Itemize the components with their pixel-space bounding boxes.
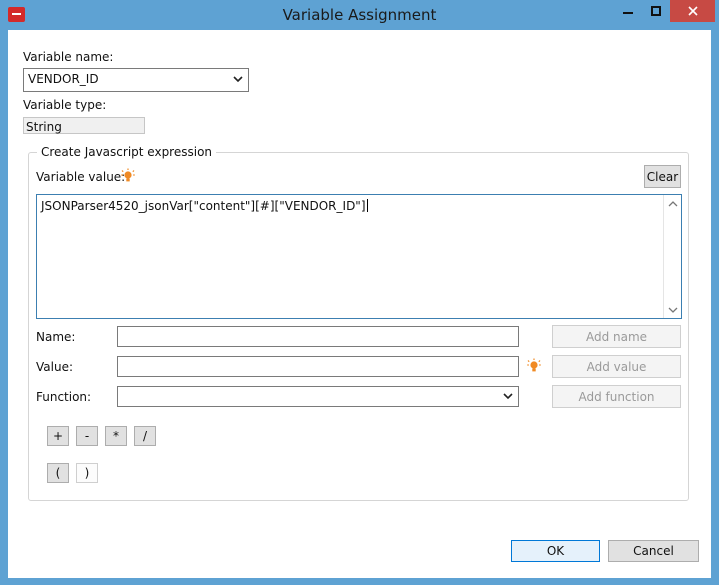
- multiply-operator-button[interactable]: *: [105, 426, 127, 446]
- close-button[interactable]: [670, 0, 715, 22]
- variable-type-value: String: [26, 120, 62, 134]
- group-title: Create Javascript expression: [37, 145, 217, 159]
- scroll-down-button[interactable]: [664, 301, 681, 318]
- add-name-button[interactable]: Add name: [552, 325, 681, 348]
- cancel-button[interactable]: Cancel: [608, 540, 699, 562]
- expression-textarea[interactable]: JSONParser4520_jsonVar["content"][#]["VE…: [36, 194, 682, 319]
- minimize-icon: [623, 12, 633, 14]
- lightbulb-icon: [527, 358, 541, 372]
- chevron-down-icon: [503, 393, 513, 400]
- chevron-down-icon: [233, 76, 243, 83]
- scroll-up-button[interactable]: [664, 195, 681, 212]
- maximize-button[interactable]: [642, 0, 670, 22]
- chevron-down-icon: [668, 307, 677, 313]
- window-title: Variable Assignment: [282, 6, 437, 24]
- chevron-up-icon: [668, 200, 677, 206]
- plus-operator-button[interactable]: +: [47, 426, 69, 446]
- title-bar[interactable]: Variable Assignment: [0, 0, 719, 30]
- add-function-button[interactable]: Add function: [552, 385, 681, 408]
- function-select[interactable]: [117, 386, 519, 407]
- expression-value: JSONParser4520_jsonVar["content"][#]["VE…: [41, 199, 366, 213]
- name-input[interactable]: [117, 326, 519, 347]
- maximize-icon: [651, 6, 661, 16]
- open-paren-button[interactable]: (: [47, 463, 69, 483]
- value-label: Value:: [36, 360, 73, 374]
- variable-name-value: VENDOR_ID: [28, 72, 99, 86]
- lightbulb-icon: [121, 168, 135, 182]
- function-label: Function:: [36, 390, 92, 404]
- minimize-button[interactable]: [614, 0, 642, 22]
- ok-button[interactable]: OK: [511, 540, 600, 562]
- vertical-scrollbar[interactable]: [663, 195, 681, 318]
- close-paren-button[interactable]: ): [76, 463, 98, 483]
- variable-type-label: Variable type:: [23, 98, 107, 112]
- minus-operator-button[interactable]: -: [76, 426, 98, 446]
- divide-operator-button[interactable]: /: [134, 426, 156, 446]
- add-value-button[interactable]: Add value: [552, 355, 681, 378]
- text-caret: [366, 199, 368, 212]
- close-icon: [687, 6, 698, 16]
- variable-value-label: Variable value:: [36, 170, 126, 184]
- variable-type-field: String: [23, 117, 145, 134]
- clear-button[interactable]: Clear: [644, 165, 681, 188]
- variable-name-select[interactable]: VENDOR_ID: [23, 68, 249, 92]
- value-input[interactable]: [117, 356, 519, 377]
- variable-assignment-window: Variable Assignment Variable name: VENDO…: [0, 0, 719, 585]
- dialog-body: Variable name: VENDOR_ID Variable type: …: [8, 30, 711, 578]
- expression-text: JSONParser4520_jsonVar["content"][#]["VE…: [41, 199, 368, 213]
- name-label: Name:: [36, 330, 76, 344]
- variable-name-label: Variable name:: [23, 50, 114, 64]
